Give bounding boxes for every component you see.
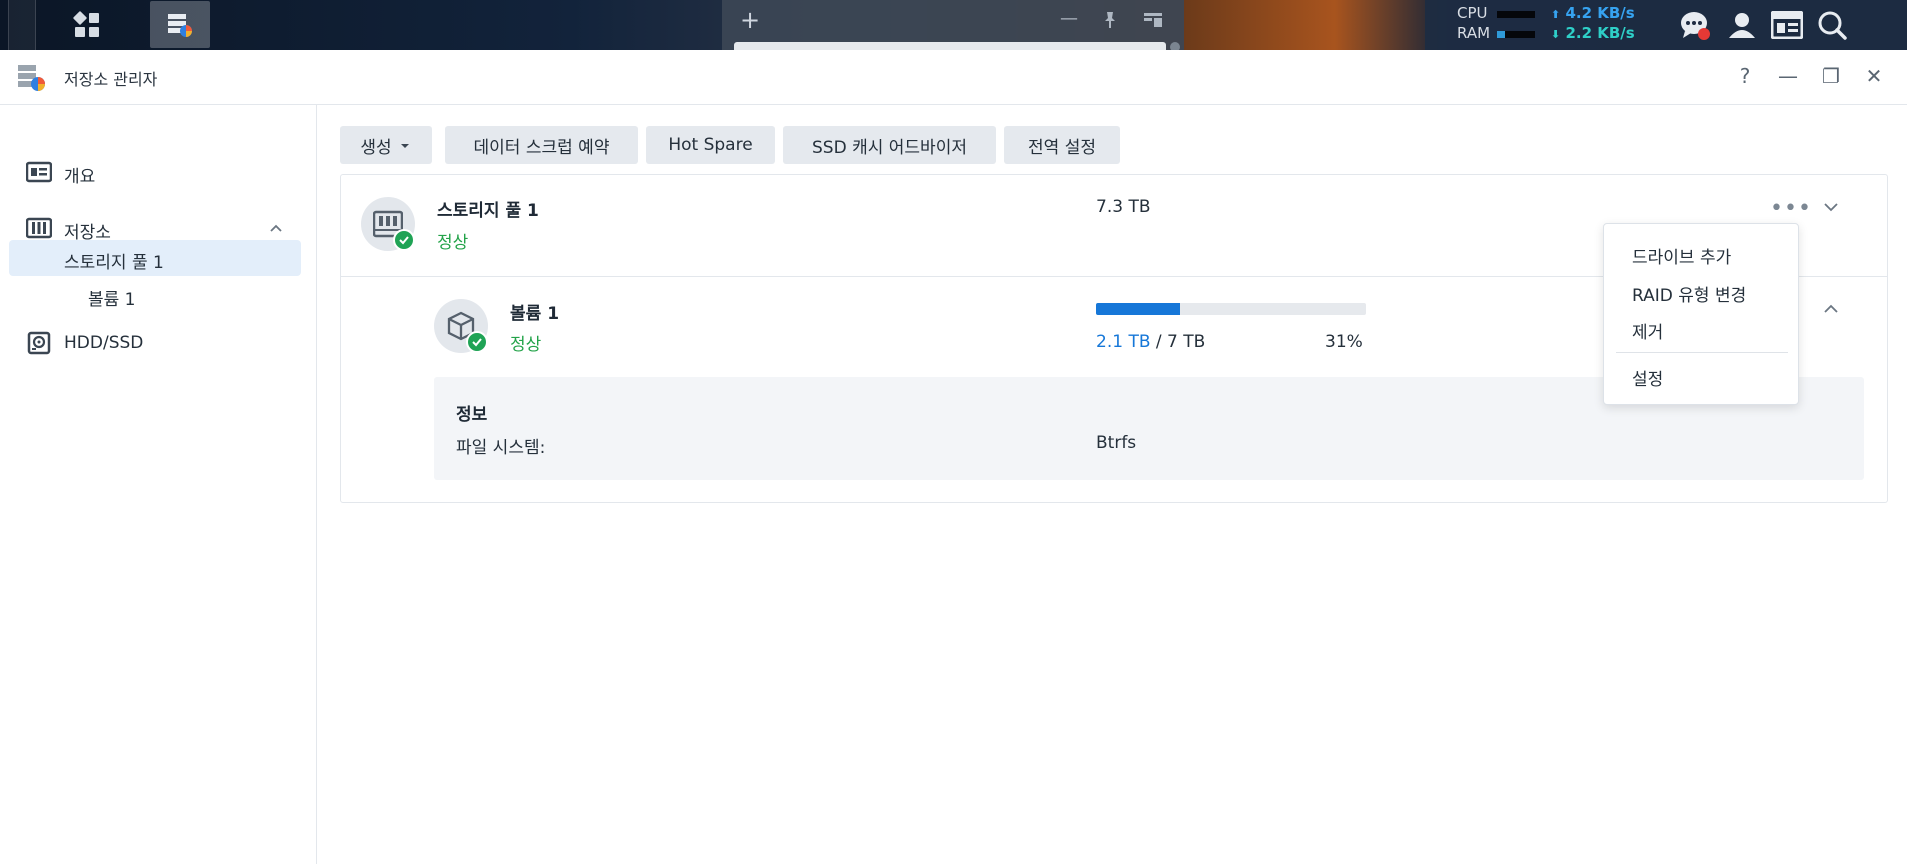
sidebar-item-storage-pool-1[interactable]: 스토리지 풀 1 [9,240,301,276]
search-button[interactable] [1815,8,1849,42]
menu-item-settings[interactable]: 설정 [1604,360,1800,392]
sidebar-item-label: 개요 [64,167,96,187]
pool-size: 7.3 TB [1096,197,1151,217]
info-title: 정보 [456,405,488,425]
menu-item-label: RAID 유형 변경 [1632,286,1747,306]
user-button[interactable] [1725,8,1759,42]
storage-manager-app-icon [18,65,45,91]
menu-item-remove[interactable]: 제거 [1604,313,1800,345]
menu-item-label: 드라이브 추가 [1632,248,1732,268]
sidebar-item-volume-1[interactable]: 볼륨 1 [9,277,301,313]
sidebar-item-label: 볼륨 1 [88,290,136,310]
notifications-button[interactable] [1678,8,1712,42]
volume-name: 볼륨 1 [510,304,560,324]
chevron-up-icon[interactable] [268,220,284,236]
download-arrow-icon: ⬇ [1551,28,1561,41]
global-settings-button[interactable]: 전역 설정 [1004,126,1120,164]
sidebar-item-hdd-ssd[interactable]: HDD/SSD [0,325,317,361]
ram-bar [1497,31,1535,38]
grid-icon [73,11,99,37]
data-scrub-schedule-button[interactable]: 데이터 스크럽 예약 [445,126,638,164]
search-icon [1818,11,1847,40]
download-speed-value: 2.2 KB/s [1565,24,1635,42]
volume-usage-bar [1096,303,1366,315]
ssd-cache-advisor-button[interactable]: SSD 캐시 어드바이저 [783,126,996,164]
check-icon [393,229,415,251]
close-button[interactable]: ✕ [1861,64,1887,88]
volume-total: 7 TB [1167,332,1206,352]
chevron-down-icon[interactable] [1822,198,1840,216]
sidebar-item-label: HDD/SSD [64,333,144,353]
minimize-widget-icon[interactable]: — [1060,8,1078,29]
user-icon [1729,13,1755,38]
chevron-up-icon[interactable] [1822,300,1840,318]
sidebar-item-overview[interactable]: 개요 [0,154,317,190]
main-menu-button[interactable] [57,0,117,50]
taskbar-edge [8,0,36,50]
pin-icon[interactable] [1100,10,1120,30]
usage-separator: / [1150,332,1168,352]
storage-manager-icon [168,13,192,37]
volume-percent: 31% [1325,332,1363,352]
window-titlebar: 저장소 관리자 ? — ❐ ✕ [0,50,1907,105]
upload-speed: ⬆ 4.2 KB/s [1551,4,1635,22]
ram-label: RAM [1457,24,1491,42]
window-title: 저장소 관리자 [64,70,158,89]
menu-item-change-raid-type[interactable]: RAID 유형 변경 [1604,276,1800,308]
plus-icon[interactable]: + [740,6,760,34]
more-options-icon[interactable]: ••• [1770,196,1812,221]
overview-icon [26,161,52,183]
volume-usage-text: 2.1 TB / 7 TB [1096,332,1205,352]
system-tray: CPU RAM ⬆ 4.2 KB/s ⬇ 2.2 KB/s [1425,0,1907,50]
taskbar-search-area: + — [722,0,1184,54]
filesystem-label: 파일 시스템: [456,438,546,458]
cpu-label: CPU [1457,4,1488,22]
widgets-button[interactable] [1770,8,1804,42]
download-speed: ⬇ 2.2 KB/s [1551,24,1635,42]
upload-speed-value: 4.2 KB/s [1565,4,1635,22]
upload-arrow-icon: ⬆ [1551,8,1561,21]
pool-actions-menu: 드라이브 추가 RAID 유형 변경 제거 설정 [1603,223,1799,405]
menu-item-add-drive[interactable]: 드라이브 추가 [1604,238,1800,270]
storage-manager-taskbar-button[interactable] [150,1,210,48]
widget-toggle-icon[interactable] [1142,10,1164,30]
restore-button[interactable]: ❐ [1818,64,1844,88]
menu-divider [1616,352,1788,353]
pool-name: 스토리지 풀 1 [437,201,539,221]
menu-item-label: 설정 [1632,370,1664,390]
menu-item-label: 제거 [1632,323,1664,343]
widgets-icon [1771,11,1803,39]
create-button-label: 생성 [360,137,392,158]
caret-down-icon [400,144,409,148]
chat-notification-icon [1681,12,1710,40]
filesystem-value: Btrfs [1096,433,1137,453]
volume-used: 2.1 TB [1096,332,1151,352]
taskbar: + — CPU RAM ⬆ 4.2 KB/s ⬇ 2.2 KB/s [0,0,1907,54]
minimize-button[interactable]: — [1775,64,1801,88]
hdd-icon [27,331,51,355]
storage-icon [26,217,52,239]
cpu-bar [1497,11,1535,18]
create-button[interactable]: 생성 [340,126,432,164]
help-button[interactable]: ? [1732,64,1758,88]
volume-status: 정상 [510,335,542,355]
sidebar: 개요 저장소 스토리지 풀 1 볼륨 1 HDD/SSD [0,105,317,864]
hot-spare-button[interactable]: Hot Spare [646,126,775,164]
check-icon [466,331,488,353]
pool-status: 정상 [437,233,469,253]
sidebar-item-label: 스토리지 풀 1 [64,253,164,273]
